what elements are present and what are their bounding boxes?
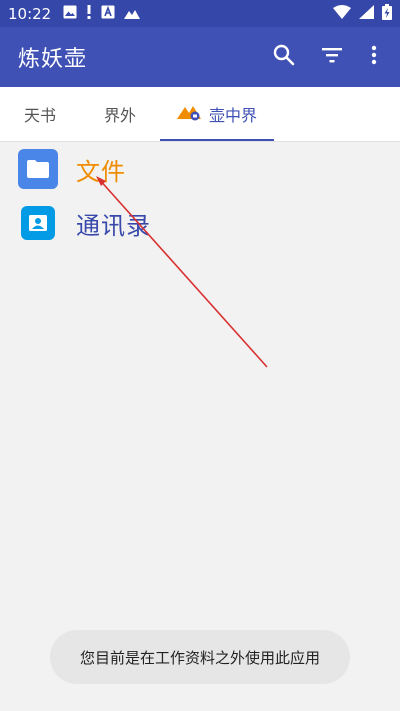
folder-icon xyxy=(18,149,58,189)
status-bar: 10:22 xyxy=(0,0,400,27)
tab-huzhongjie[interactable]: 壶中界 xyxy=(160,87,274,141)
more-options-button[interactable] xyxy=(356,33,392,81)
battery-charging-icon xyxy=(382,3,392,24)
app-bar: 炼妖壶 xyxy=(0,27,400,87)
mountain-icon xyxy=(124,4,141,23)
tab-label: 壶中界 xyxy=(208,106,257,125)
wifi-icon xyxy=(333,4,351,23)
signal-icon xyxy=(359,4,374,23)
tab-label: 天书 xyxy=(23,106,56,125)
toast-text: 您目前是在工作资料之外使用此应用 xyxy=(79,648,320,667)
search-button[interactable] xyxy=(260,33,308,81)
alert-icon xyxy=(86,4,92,23)
list-item-files[interactable]: 文件 xyxy=(0,142,400,196)
more-vert-icon xyxy=(371,45,377,69)
search-icon xyxy=(273,44,295,70)
list-item-label: 通讯录 xyxy=(76,211,151,240)
tab-jiewai[interactable]: 界外 xyxy=(80,87,160,141)
a-box-icon xyxy=(101,4,115,23)
notification-icons xyxy=(63,4,141,23)
work-profile-badge-icon xyxy=(176,103,201,125)
filter-button[interactable] xyxy=(308,33,356,81)
tab-label: 界外 xyxy=(103,106,136,125)
filter-icon xyxy=(321,47,343,67)
image-icon xyxy=(63,4,77,23)
app-bar-actions xyxy=(260,33,382,81)
list-item-label: 文件 xyxy=(76,157,126,186)
app-list: 文件 通讯录 xyxy=(0,142,400,250)
contacts-icon xyxy=(21,206,55,240)
toast-message: 您目前是在工作资料之外使用此应用 xyxy=(50,630,350,684)
tab-bar: 天书 界外 壶中界 xyxy=(0,87,400,142)
status-time: 10:22 xyxy=(8,4,52,23)
list-item-contacts[interactable]: 通讯录 xyxy=(0,196,400,250)
system-icons xyxy=(333,3,392,24)
tab-tianshu[interactable]: 天书 xyxy=(0,87,80,141)
app-title: 炼妖壶 xyxy=(18,47,88,72)
